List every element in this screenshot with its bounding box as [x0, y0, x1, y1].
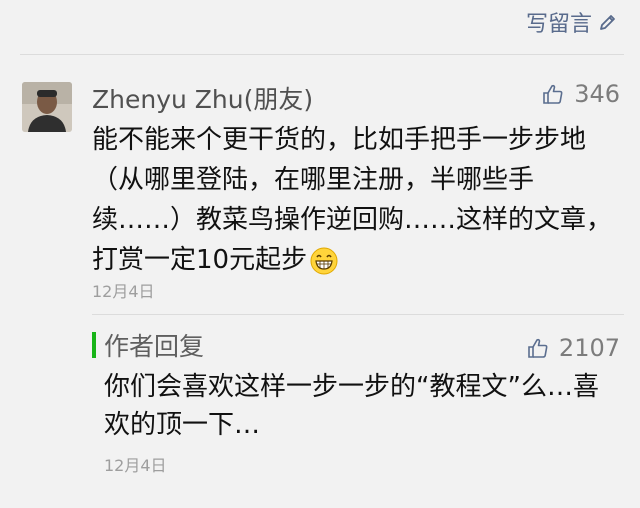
reply-like-button[interactable]: 2107	[527, 334, 620, 362]
author-reply-header: 作者回复	[92, 330, 205, 361]
grinning-face-icon	[310, 247, 338, 274]
user-name[interactable]: Zhenyu Zhu(朋友)	[92, 80, 313, 116]
write-comment-button[interactable]: 写留言	[526, 6, 618, 38]
comment-text: 能不能来个更干货的，比如手把手一步步地（从哪里登陆，在哪里注册，半哪些手续……）…	[92, 120, 612, 280]
reply-date: 12月4日	[104, 456, 167, 475]
reply-indicator-bar	[92, 332, 96, 358]
reply-divider	[92, 314, 624, 315]
comment-body: 能不能来个更干货的，比如手把手一步步地（从哪里登陆，在哪里注册，半哪些手续……）…	[92, 125, 613, 275]
thumbs-up-icon	[543, 84, 563, 104]
reply-label: 作者回复	[104, 332, 205, 361]
comment-like-button[interactable]: 346	[542, 80, 620, 108]
comment-date: 12月4日	[92, 282, 155, 301]
thumbs-up-icon	[528, 338, 548, 358]
user-avatar[interactable]	[22, 82, 72, 132]
write-comment-label: 写留言	[525, 12, 592, 37]
pencil-icon	[600, 15, 615, 30]
comment-like-count: 346	[574, 80, 620, 108]
avatar-image	[22, 82, 72, 132]
reply-like-count: 2107	[558, 334, 620, 362]
top-bar: 写留言	[0, 0, 640, 46]
header-divider	[20, 54, 624, 55]
reply-text: 你们会喜欢这样一步一步的“教程文”么…喜欢的顶一下…	[104, 372, 599, 440]
